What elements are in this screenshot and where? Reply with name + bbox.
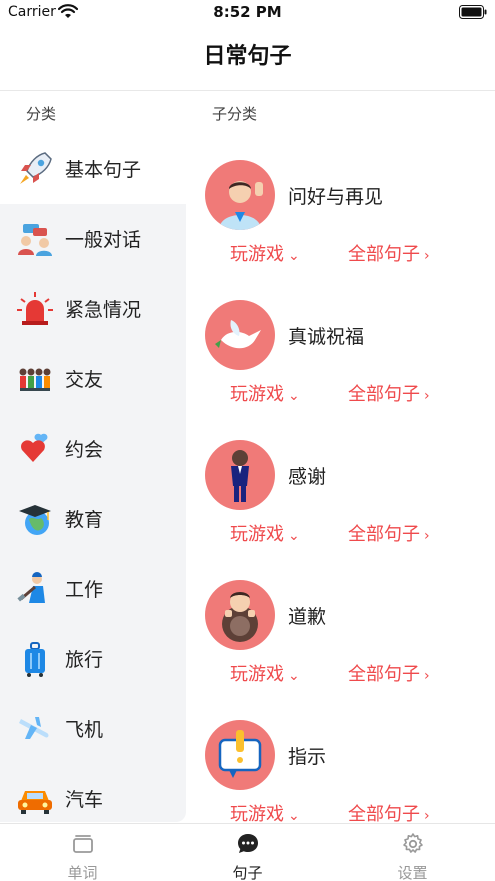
chevron-down-icon: ⌄ <box>288 388 300 404</box>
sidebar-item-travel[interactable]: 旅行 <box>0 624 186 694</box>
tab-settings[interactable]: 设置 <box>330 824 495 881</box>
tab-label: 设置 <box>397 864 428 881</box>
play-game-label: 玩游戏 <box>230 384 284 405</box>
subcategory-card-blessings[interactable]: 真诚祝福 玩游戏 ⌄ 全部句子 › <box>200 300 495 440</box>
nav-divider <box>0 90 495 91</box>
sidebar-item-general-conversation[interactable]: 一般对话 <box>0 204 186 274</box>
card-title: 感谢 <box>288 466 327 488</box>
tab-label: 单词 <box>67 864 98 881</box>
chevron-right-icon: › <box>424 388 430 404</box>
sidebar-item-label: 教育 <box>65 509 104 531</box>
chevron-right-icon: › <box>424 528 430 544</box>
graduation-globe-icon <box>19 505 51 535</box>
page-title: 日常句子 <box>203 44 292 69</box>
subcategory-card-apology[interactable]: 道歉 玩游戏 ⌄ 全部句子 › <box>200 580 495 720</box>
chevron-right-icon: › <box>424 808 430 824</box>
sidebar-item-basic-sentences[interactable]: 基本句子 <box>0 134 186 204</box>
card-title: 指示 <box>288 746 327 768</box>
play-game-button[interactable]: 玩游戏 ⌄ <box>230 380 300 406</box>
car-icon <box>18 791 52 814</box>
luggage-icon <box>25 642 45 677</box>
worker-icon <box>17 572 45 603</box>
subcategory-card-thanks[interactable]: 感谢 玩游戏 ⌄ 全部句子 › <box>200 440 495 580</box>
play-game-label: 玩游戏 <box>230 664 284 685</box>
tab-label: 句子 <box>232 864 263 881</box>
rocket-icon <box>20 152 52 184</box>
all-sentences-label: 全部句子 <box>348 664 420 685</box>
friends-icon <box>19 368 51 391</box>
sidebar-item-label: 基本句子 <box>65 159 142 181</box>
sidebar-item-label: 约会 <box>65 439 104 461</box>
sidebar-item-label: 一般对话 <box>65 229 142 251</box>
chat-bubble-icon <box>238 834 258 853</box>
chevron-right-icon: › <box>424 668 430 684</box>
chevron-down-icon: ⌄ <box>288 528 300 544</box>
all-sentences-label: 全部句子 <box>348 524 420 545</box>
tab-bar: 单词 句子 设置 <box>0 823 495 881</box>
category-sidebar: 基本句子 一般对话 紧急情况 交友 约会 教育 工作 旅行 飞机 汽车 <box>0 134 186 824</box>
sidebar-item-emergency[interactable]: 紧急情况 <box>0 274 186 344</box>
battery-icon <box>459 5 487 19</box>
sidebar-item-airplane[interactable]: 飞机 <box>0 694 186 764</box>
sidebar-item-label: 工作 <box>65 579 104 601</box>
play-game-label: 玩游戏 <box>230 524 284 545</box>
chevron-down-icon: ⌄ <box>288 668 300 684</box>
play-game-button[interactable]: 玩游戏 ⌄ <box>230 520 300 546</box>
sidebar-item-work[interactable]: 工作 <box>0 554 186 624</box>
sidebar-item-label: 旅行 <box>65 649 104 671</box>
status-bar: Carrier 8:52 PM <box>0 0 495 26</box>
all-sentences-button[interactable]: 全部句子 › <box>348 240 430 266</box>
tab-words[interactable]: 单词 <box>0 824 165 881</box>
play-game-label: 玩游戏 <box>230 804 284 825</box>
notice-sign-icon <box>205 720 275 790</box>
sidebar-item-label: 汽车 <box>65 789 104 811</box>
play-game-label: 玩游戏 <box>230 244 284 265</box>
category-header: 分类 <box>26 105 57 123</box>
sidebar-item-label: 飞机 <box>65 719 104 741</box>
all-sentences-label: 全部句子 <box>348 244 420 265</box>
sidebar-item-dating[interactable]: 约会 <box>0 414 186 484</box>
all-sentences-button[interactable]: 全部句子 › <box>348 380 430 406</box>
card-title: 真诚祝福 <box>288 326 365 348</box>
all-sentences-button[interactable]: 全部句子 › <box>348 520 430 546</box>
sidebar-item-label: 交友 <box>65 369 104 391</box>
apologizing-man-icon <box>205 580 275 650</box>
play-game-button[interactable]: 玩游戏 ⌄ <box>230 660 300 686</box>
chevron-down-icon: ⌄ <box>288 808 300 824</box>
card-title: 问好与再见 <box>288 186 384 208</box>
conversation-icon <box>18 224 52 256</box>
tab-sentences[interactable]: 句子 <box>165 824 330 881</box>
chevron-down-icon: ⌄ <box>288 248 300 264</box>
all-sentences-label: 全部句子 <box>348 804 420 825</box>
sidebar-item-friends[interactable]: 交友 <box>0 344 186 414</box>
sidebar-item-education[interactable]: 教育 <box>0 484 186 554</box>
gear-icon <box>403 833 423 853</box>
all-sentences-label: 全部句子 <box>348 384 420 405</box>
all-sentences-button[interactable]: 全部句子 › <box>348 660 430 686</box>
hearts-icon <box>21 433 48 462</box>
waving-man-icon <box>205 160 275 230</box>
chevron-right-icon: › <box>424 248 430 264</box>
cards-icon <box>73 835 93 853</box>
sidebar-item-label: 紧急情况 <box>65 299 142 321</box>
siren-icon <box>17 292 53 325</box>
play-game-button[interactable]: 玩游戏 ⌄ <box>230 240 300 266</box>
airplane-icon <box>19 717 49 739</box>
card-title: 道歉 <box>288 606 327 628</box>
subcategory-card-greetings[interactable]: 问好与再见 玩游戏 ⌄ 全部句子 › <box>200 160 495 300</box>
dove-icon <box>205 300 275 370</box>
bowing-man-icon <box>205 440 275 510</box>
subcategory-header: 子分类 <box>212 105 258 123</box>
status-time: 8:52 PM <box>213 3 282 21</box>
